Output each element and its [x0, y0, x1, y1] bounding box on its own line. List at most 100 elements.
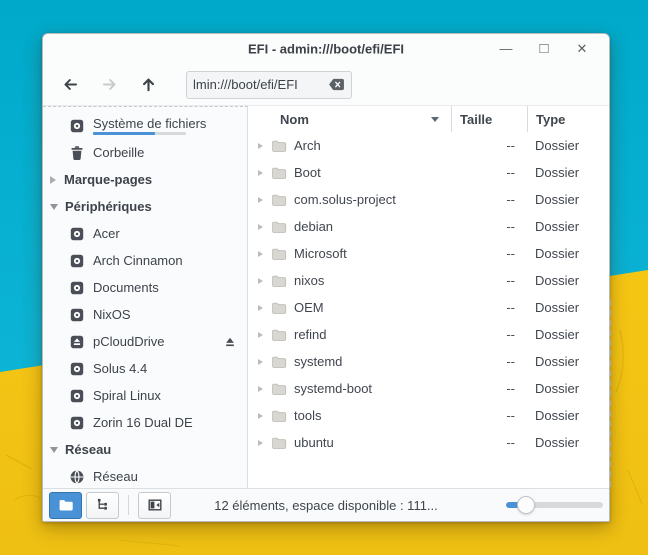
- minimize-button[interactable]: —: [487, 34, 525, 64]
- expander-icon[interactable]: [258, 440, 263, 446]
- sidebar-item-reseau[interactable]: Réseau: [43, 463, 247, 488]
- sidebar-item-text: Solus 4.4: [93, 361, 147, 376]
- harddisk-icon: [69, 280, 85, 296]
- sidebar-item-corbeille[interactable]: Corbeille: [43, 139, 247, 166]
- folder-white-icon: [58, 497, 74, 513]
- table-row[interactable]: Boot--Dossier: [248, 159, 609, 186]
- expander-icon[interactable]: [258, 413, 263, 419]
- forward-button[interactable]: [94, 70, 124, 100]
- clear-location-icon[interactable]: [328, 78, 345, 91]
- file-name-cell: debian: [248, 219, 451, 235]
- file-name-cell: Boot: [248, 165, 451, 181]
- expander-icon[interactable]: [258, 143, 263, 149]
- sidebar-item-zorin-16-dual-de[interactable]: Zorin 16 Dual DE: [43, 409, 247, 436]
- file-type: Dossier: [527, 300, 609, 315]
- table-row[interactable]: ubuntu--Dossier: [248, 429, 609, 456]
- sidebar-item-label: Acer: [93, 226, 120, 241]
- column-header-taille[interactable]: Taille: [451, 106, 527, 132]
- file-manager-window: EFI - admin:///boot/efi/EFI — □ ✕ lmin:/…: [42, 33, 610, 522]
- file-type: Dossier: [527, 219, 609, 234]
- expander-icon[interactable]: [258, 224, 263, 230]
- titlebar[interactable]: EFI - admin:///boot/efi/EFI — □ ✕: [43, 34, 609, 64]
- removable-icon: [69, 334, 85, 350]
- sidebar-item-solus-4-4[interactable]: Solus 4.4: [43, 355, 247, 382]
- file-list: Arch--DossierBoot--Dossiercom.solus-proj…: [248, 132, 609, 456]
- expander-icon[interactable]: [258, 332, 263, 338]
- expander-icon[interactable]: [258, 170, 263, 176]
- file-name-cell: systemd: [248, 354, 451, 370]
- file-size: --: [451, 138, 527, 153]
- table-row[interactable]: Arch--Dossier: [248, 132, 609, 159]
- sidebar-item-systeme-de-fichiers[interactable]: Système de fichiers: [43, 112, 247, 139]
- column-header-nom[interactable]: Nom: [248, 106, 451, 132]
- file-name: tools: [294, 408, 321, 423]
- close-button[interactable]: ✕: [563, 34, 601, 64]
- table-row[interactable]: Microsoft--Dossier: [248, 240, 609, 267]
- sidebar-item-nixos[interactable]: NixOS: [43, 301, 247, 328]
- sidebar-item-text: pCloudDrive: [93, 334, 165, 349]
- file-size: --: [451, 408, 527, 423]
- file-name-cell: com.solus-project: [248, 192, 451, 208]
- expander-icon[interactable]: [258, 359, 263, 365]
- expander-icon[interactable]: [258, 251, 263, 257]
- expander-icon[interactable]: [258, 197, 263, 203]
- folder-icon: [271, 300, 287, 316]
- expander-icon[interactable]: [258, 305, 263, 311]
- sidebar-item-spiral-linux[interactable]: Spiral Linux: [43, 382, 247, 409]
- toggle-sidebar-button[interactable]: [138, 492, 171, 519]
- location-input[interactable]: lmin:///boot/efi/EFI: [186, 71, 352, 99]
- folder-icon: [271, 381, 287, 397]
- eject-button[interactable]: [223, 335, 237, 349]
- file-name-cell: ubuntu: [248, 435, 451, 451]
- disk-usage-bar: [93, 132, 186, 135]
- maximize-button[interactable]: □: [525, 34, 563, 64]
- list-view-button[interactable]: [86, 492, 119, 519]
- sidebar-item-documents[interactable]: Documents: [43, 274, 247, 301]
- table-row[interactable]: debian--Dossier: [248, 213, 609, 240]
- folder-icon: [271, 435, 287, 451]
- file-name: Microsoft: [294, 246, 347, 261]
- chevron-down-icon[interactable]: [50, 204, 58, 210]
- icon-view-button[interactable]: [49, 492, 82, 519]
- chevron-right-icon[interactable]: [50, 176, 56, 184]
- folder-icon: [271, 219, 287, 235]
- view-toggle-group: [49, 492, 171, 519]
- sidebar-item-acer[interactable]: Acer: [43, 220, 247, 247]
- table-row[interactable]: com.solus-project--Dossier: [248, 186, 609, 213]
- file-type: Dossier: [527, 381, 609, 396]
- sidebar-item-text: Zorin 16 Dual DE: [93, 415, 193, 430]
- file-size: --: [451, 300, 527, 315]
- table-row[interactable]: systemd-boot--Dossier: [248, 375, 609, 402]
- zoom-slider[interactable]: [506, 496, 603, 514]
- file-name: systemd: [294, 354, 342, 369]
- sidebar-section-reseau[interactable]: Réseau: [43, 436, 247, 463]
- expander-icon[interactable]: [258, 278, 263, 284]
- sidebar-section-marque-pages[interactable]: Marque-pages: [43, 166, 247, 193]
- sidebar-item-text: Corbeille: [93, 145, 144, 160]
- sidebar-item-arch-cinnamon[interactable]: Arch Cinnamon: [43, 247, 247, 274]
- chevron-down-icon[interactable]: [50, 447, 58, 453]
- sidebar-item-pclouddrive[interactable]: pCloudDrive: [43, 328, 247, 355]
- file-name: refind: [294, 327, 327, 342]
- harddisk-icon: [69, 388, 85, 404]
- table-row[interactable]: tools--Dossier: [248, 402, 609, 429]
- sidebar-section-peripheriques[interactable]: Périphériques: [43, 193, 247, 220]
- table-row[interactable]: refind--Dossier: [248, 321, 609, 348]
- zoom-slider-knob[interactable]: [517, 496, 535, 514]
- sidebar-item-text: NixOS: [93, 307, 131, 322]
- network-icon: [69, 469, 85, 485]
- sidebar-item-text: Système de fichiers: [93, 116, 206, 135]
- column-header-type[interactable]: Type: [527, 106, 609, 132]
- table-row[interactable]: nixos--Dossier: [248, 267, 609, 294]
- file-size: --: [451, 165, 527, 180]
- sidebar-toggle-icon: [147, 497, 163, 513]
- folder-icon: [271, 273, 287, 289]
- table-row[interactable]: OEM--Dossier: [248, 294, 609, 321]
- sidebar-item-label: Solus 4.4: [93, 361, 147, 376]
- trash-icon: [69, 145, 85, 161]
- table-row[interactable]: systemd--Dossier: [248, 348, 609, 375]
- back-button[interactable]: [55, 70, 85, 100]
- expander-icon[interactable]: [258, 386, 263, 392]
- harddisk-icon: [69, 226, 85, 242]
- up-button[interactable]: [133, 70, 163, 100]
